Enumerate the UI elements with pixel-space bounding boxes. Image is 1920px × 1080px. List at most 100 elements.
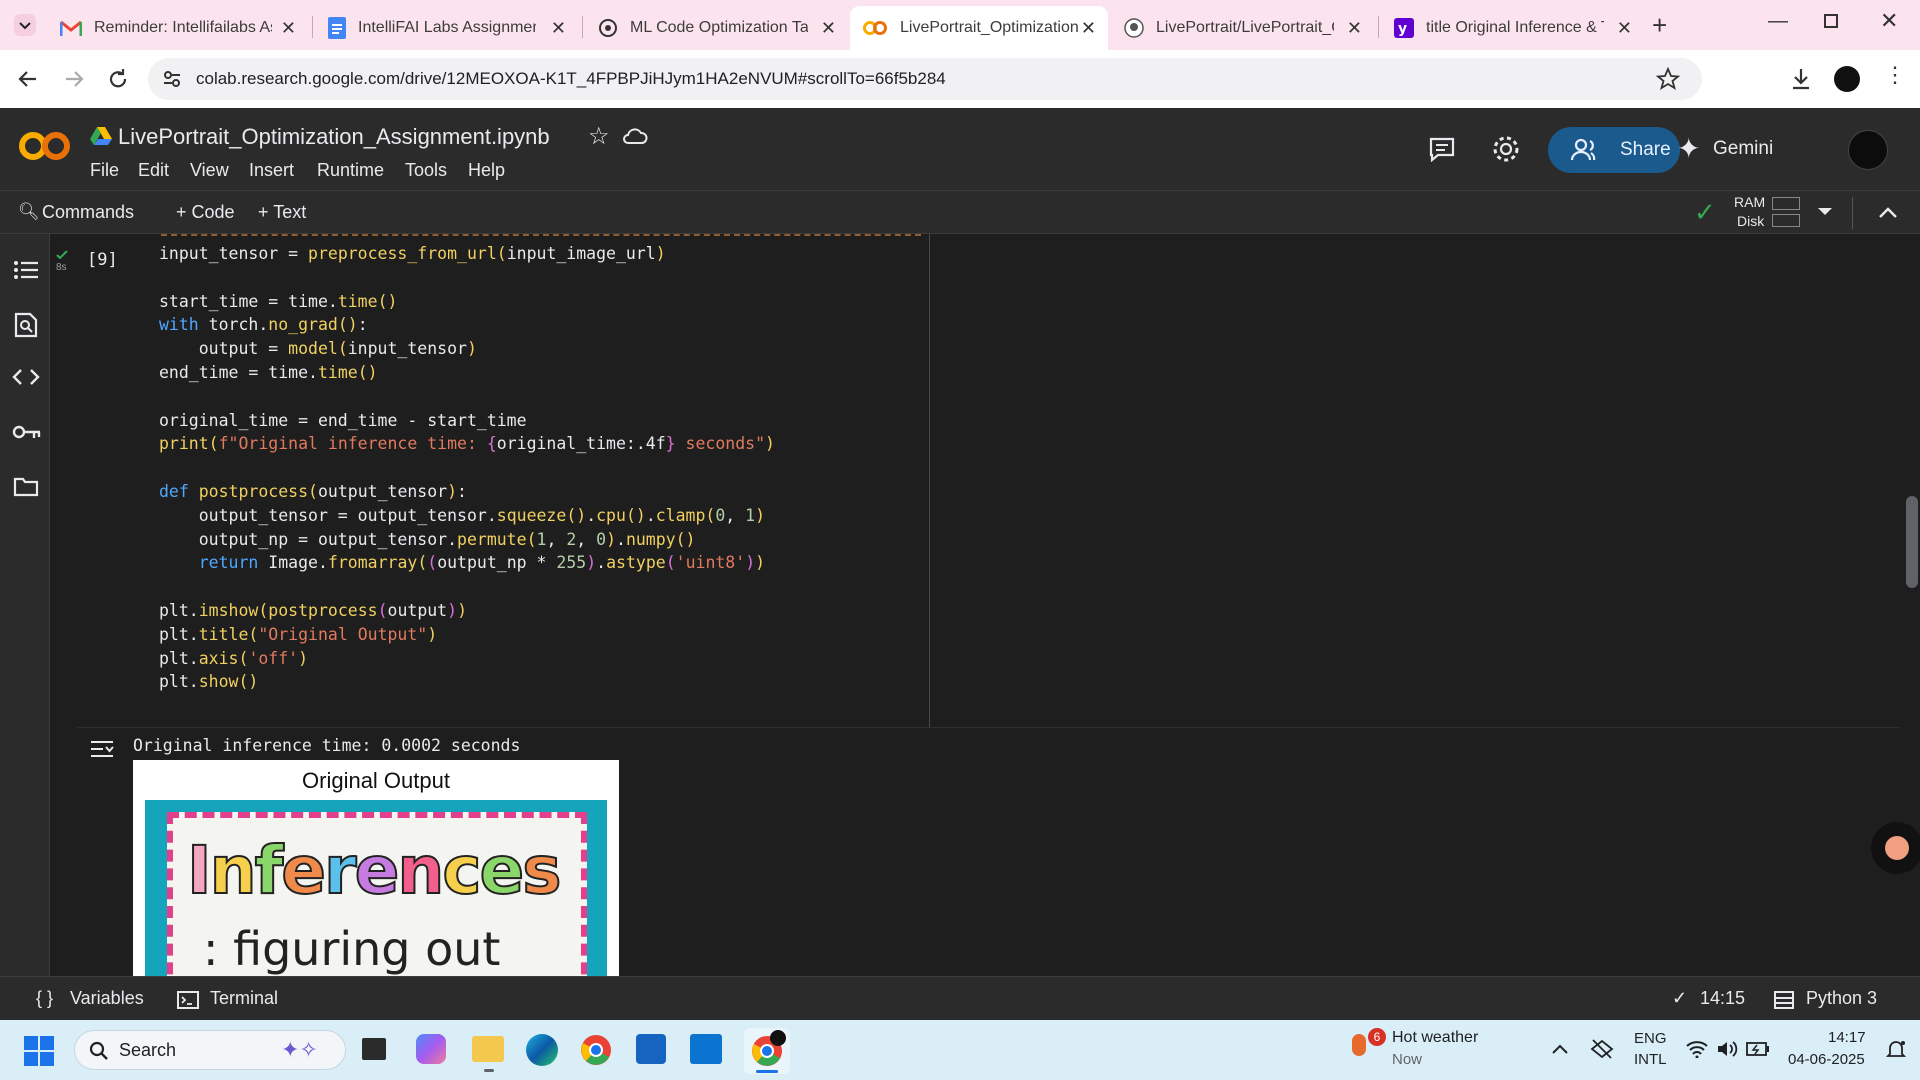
add-code-button[interactable]: + Code — [176, 202, 235, 223]
wifi-icon[interactable] — [1686, 1040, 1708, 1058]
close-icon[interactable]: ✕ — [1347, 18, 1362, 39]
taskbar-search[interactable]: Search ✦✧ — [74, 1030, 346, 1070]
find-replace-icon[interactable] — [14, 312, 38, 338]
battery-icon[interactable] — [1746, 1042, 1770, 1056]
windows-start-icon[interactable] — [24, 1036, 54, 1066]
tab-docs[interactable]: IntelliFAI Labs Assignment ✕ — [316, 6, 578, 50]
caret-down-icon[interactable] — [1816, 205, 1834, 219]
tab-list-button[interactable] — [14, 14, 36, 36]
notebook-title[interactable]: LivePortrait_Optimization_Assignment.ipy… — [118, 124, 550, 150]
site-info-icon[interactable] — [162, 69, 182, 89]
output-toggle-icon[interactable] — [89, 738, 115, 760]
kebab-menu-icon[interactable]: ⋮ — [1884, 62, 1906, 88]
scrollbar-thumb[interactable] — [1906, 496, 1918, 588]
app-icon[interactable] — [690, 1034, 722, 1064]
commands-button[interactable]: Commands — [42, 202, 134, 223]
menu-help[interactable]: Help — [468, 160, 505, 181]
add-text-button[interactable]: + Text — [258, 202, 306, 223]
run-duration: 8s — [56, 262, 67, 273]
image-subtext: : figuring out — [203, 922, 501, 976]
minimize-button[interactable]: — — [1768, 10, 1788, 33]
close-icon[interactable]: ✕ — [821, 18, 836, 39]
image-word-letter: n — [209, 831, 258, 910]
file-explorer-icon[interactable] — [472, 1036, 504, 1062]
notifications-bell-icon[interactable] — [1886, 1039, 1906, 1059]
tab-github[interactable]: LivePortrait/LivePortrait_O ✕ — [1112, 6, 1374, 50]
copilot-icon[interactable] — [416, 1034, 446, 1064]
folder-icon[interactable] — [13, 477, 39, 497]
cloud-icon[interactable] — [622, 126, 648, 146]
disk-meter[interactable] — [1772, 214, 1800, 227]
ram-meter[interactable] — [1772, 197, 1800, 210]
reload-icon[interactable] — [106, 67, 130, 91]
key-icon[interactable] — [12, 424, 42, 440]
profile-badge — [770, 1030, 786, 1046]
star-icon[interactable]: ☆ — [588, 122, 610, 151]
weather-subtitle: Now — [1392, 1051, 1423, 1068]
star-icon[interactable] — [1656, 67, 1680, 91]
close-icon[interactable]: ✕ — [1081, 18, 1096, 39]
tab-title: Reminder: Intellifailabs Ass — [94, 19, 272, 36]
close-icon[interactable]: ✕ — [551, 18, 566, 39]
network-off-icon[interactable] — [1590, 1038, 1614, 1060]
assistant-fab[interactable] — [1871, 822, 1920, 874]
task-view-icon[interactable] — [362, 1038, 386, 1060]
edge-icon[interactable] — [526, 1034, 558, 1066]
image-word-letter: n — [396, 831, 445, 910]
back-icon[interactable] — [16, 67, 40, 91]
status-bar: { } Variables Terminal ✓ 14:15 Python 3 — [0, 976, 1920, 1020]
clock-date[interactable]: 04-06-2025 — [1788, 1051, 1865, 1068]
braces-icon: { } — [36, 988, 54, 1008]
download-icon[interactable] — [1788, 66, 1814, 92]
profile-avatar[interactable] — [1834, 66, 1860, 92]
toc-icon[interactable] — [13, 259, 39, 281]
chevron-up-icon[interactable] — [1878, 205, 1898, 219]
last-run-time[interactable]: 14:15 — [1700, 988, 1745, 1009]
comment-icon[interactable] — [1428, 136, 1456, 162]
tab-openai[interactable]: ML Code Optimization Tasl ✕ — [586, 6, 848, 50]
image-word-letter: e — [479, 831, 526, 910]
tab-colab[interactable]: LivePortrait_Optimization_ ✕ — [850, 6, 1108, 50]
colab-icon — [863, 21, 887, 35]
avatar[interactable] — [1848, 130, 1888, 170]
gear-icon[interactable] — [1492, 135, 1520, 163]
variables-button[interactable]: Variables — [70, 988, 144, 1009]
language-primary[interactable]: ENG — [1634, 1030, 1667, 1047]
close-icon[interactable]: ✕ — [281, 18, 296, 39]
menu-runtime[interactable]: Runtime — [317, 160, 384, 181]
terminal-button[interactable]: Terminal — [210, 988, 278, 1009]
window-close-button[interactable]: ✕ — [1880, 8, 1898, 34]
address-bar[interactable]: colab.research.google.com/drive/12MEOXOA… — [148, 58, 1702, 100]
menu-view[interactable]: View — [190, 160, 229, 181]
execution-count[interactable]: [9] — [87, 250, 118, 270]
gemini-button[interactable]: ✦ Gemini — [1677, 133, 1773, 164]
store-icon[interactable] — [636, 1034, 666, 1064]
menu-edit[interactable]: Edit — [138, 160, 169, 181]
menu-file[interactable]: File — [90, 160, 119, 181]
code-snippets-icon[interactable] — [12, 368, 40, 386]
close-icon[interactable]: ✕ — [1617, 18, 1632, 39]
clock-time[interactable]: 14:17 — [1828, 1029, 1866, 1046]
chrome-active-button[interactable] — [744, 1028, 790, 1074]
tab-gmail[interactable]: Reminder: Intellifailabs Ass ✕ — [48, 6, 308, 50]
menu-insert[interactable]: Insert — [249, 160, 294, 181]
code-cell[interactable]: input_tensor = preprocess_from_url(input… — [77, 234, 1900, 728]
yahoo-icon: y — [1394, 18, 1414, 38]
chrome-icon[interactable] — [580, 1034, 612, 1066]
runtime-type[interactable]: Python 3 — [1806, 988, 1877, 1009]
code-editor[interactable]: input_tensor = preprocess_from_url(input… — [159, 242, 775, 694]
menu-tools[interactable]: Tools — [405, 160, 447, 181]
forward-icon[interactable] — [62, 67, 86, 91]
tab-yahoo[interactable]: y title Original Inference & T ✕ — [1382, 6, 1644, 50]
language-secondary[interactable]: INTL — [1634, 1051, 1667, 1068]
share-button[interactable]: Share — [1548, 127, 1680, 173]
tab-title: title Original Inference & T — [1426, 19, 1604, 36]
chevron-up-icon[interactable] — [1552, 1044, 1568, 1054]
weather-title[interactable]: Hot weather — [1392, 1029, 1478, 1047]
image-word-letter: e — [280, 831, 327, 910]
command-bar: 🔍︎ Commands + Code + Text ✓ RAM Disk — [0, 190, 1920, 234]
volume-icon[interactable] — [1716, 1040, 1738, 1058]
colab-logo-icon — [19, 132, 70, 160]
restore-button[interactable] — [1824, 14, 1838, 28]
new-tab-button[interactable]: + — [1652, 10, 1667, 41]
